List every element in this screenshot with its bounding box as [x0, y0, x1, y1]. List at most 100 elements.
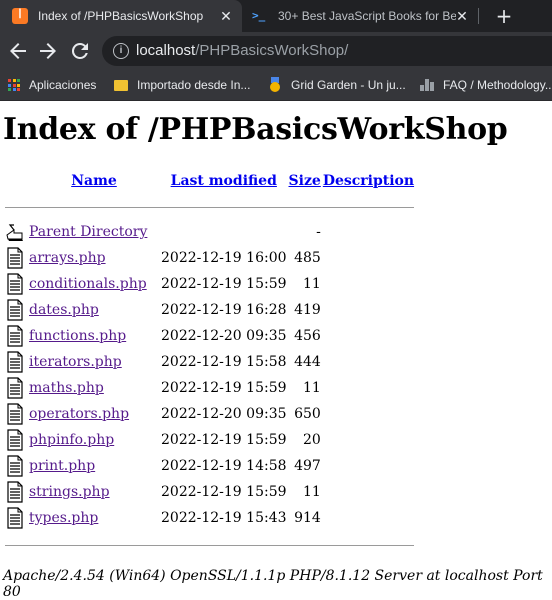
size-cell: 650: [294, 406, 321, 422]
site-info-icon[interactable]: i: [113, 43, 129, 59]
page-title: Index of /PHPBasicsWorkShop: [3, 112, 508, 147]
size-cell: 11: [302, 276, 321, 292]
text-file-icon: [5, 376, 27, 400]
file-link[interactable]: strings.php: [29, 484, 110, 500]
folder-icon: [114, 79, 128, 91]
file-link[interactable]: types.php: [29, 510, 98, 526]
modified-cell: 2022-12-20 09:35: [161, 406, 287, 422]
bookmark-label: Aplicaciones: [29, 78, 97, 92]
description-cell: [323, 506, 414, 530]
file-link[interactable]: print.php: [29, 458, 95, 474]
modified-cell: 2022-12-19 15:59: [161, 276, 287, 292]
text-file-icon: [5, 246, 27, 270]
reload-button[interactable]: [68, 39, 92, 63]
sort-by-name-link[interactable]: Name: [71, 173, 117, 189]
table-row: dates.php 2022-12-19 16:28 419: [5, 298, 414, 322]
browser-toolbar: i localhost/PHPBasicsWorkShop/: [0, 32, 552, 70]
javascript-icon: >_: [252, 9, 266, 22]
sort-by-size-link[interactable]: Size: [289, 173, 321, 189]
file-link[interactable]: maths.php: [29, 380, 104, 396]
bookmark-label: Importado desde In...: [137, 78, 251, 92]
name-cell: conditionals.php: [29, 272, 159, 296]
description-cell: [323, 480, 414, 504]
header-icon-cell: [5, 168, 27, 192]
file-link[interactable]: dates.php: [29, 302, 99, 318]
description-cell: [323, 324, 414, 348]
description-cell: [323, 454, 414, 478]
sort-by-modified-link[interactable]: Last modified: [171, 173, 277, 189]
parent-directory-row: Parent Directory -: [5, 220, 414, 244]
new-tab-button[interactable]: +: [492, 4, 516, 28]
modified-cell: 2022-12-19 15:58: [161, 354, 287, 370]
description-cell: [323, 220, 414, 244]
file-link[interactable]: arrays.php: [29, 250, 106, 266]
description-cell: [323, 246, 414, 270]
sort-by-description-link[interactable]: Description: [323, 173, 414, 189]
tab-separator: [478, 8, 479, 24]
bookmark-faq[interactable]: FAQ / Methodology...: [420, 70, 552, 100]
header-name: Name: [29, 168, 159, 192]
table-row: iterators.php 2022-12-19 15:58 444: [5, 350, 414, 374]
tab-index-phpbasicsworkshop[interactable]: ꟾ Index of /PHPBasicsWorkShop ✕: [0, 0, 242, 32]
modified-cell: 2022-12-20 09:35: [161, 328, 287, 344]
bookmarks-bar: Aplicaciones Importado desde In... Grid …: [0, 70, 552, 101]
tab-javascript-books[interactable]: >_ 30+ Best JavaScript Books for Beginne…: [242, 0, 478, 32]
directory-listing: Name Last modified Size Description Pare…: [3, 166, 416, 558]
name-cell: functions.php: [29, 324, 159, 348]
close-tab-icon[interactable]: ✕: [218, 8, 234, 24]
forward-button[interactable]: [36, 39, 60, 63]
table-row: print.php 2022-12-19 14:58 497: [5, 454, 414, 478]
size-cell: 11: [302, 380, 321, 396]
table-row: conditionals.php 2022-12-19 15:59 11: [5, 272, 414, 296]
divider: [5, 532, 415, 556]
modified-cell: 2022-12-19 15:59: [161, 484, 287, 500]
header-last-modified: Last modified: [161, 168, 287, 192]
tab-strip: ꟾ Index of /PHPBasicsWorkShop ✕ >_ 30+ B…: [0, 0, 552, 32]
description-cell: [323, 298, 414, 322]
close-tab-icon[interactable]: ✕: [454, 8, 470, 24]
size-cell: 456: [294, 328, 321, 344]
name-cell: iterators.php: [29, 350, 159, 374]
url-text[interactable]: localhost/PHPBasicsWorkShop/: [136, 36, 348, 66]
parent-directory-link[interactable]: Parent Directory: [29, 224, 147, 240]
text-file-icon: [5, 506, 27, 530]
text-file-icon: [5, 428, 27, 452]
file-link[interactable]: iterators.php: [29, 354, 122, 370]
modified-cell: 2022-12-19 16:28: [161, 302, 287, 318]
bookmark-importado[interactable]: Importado desde In...: [114, 70, 250, 100]
name-cell: maths.php: [29, 376, 159, 400]
reload-icon: [71, 42, 88, 59]
bookmark-apps[interactable]: Aplicaciones: [8, 70, 96, 100]
text-file-icon: [5, 272, 27, 296]
text-file-icon: [5, 454, 27, 478]
file-link[interactable]: conditionals.php: [29, 276, 147, 292]
name-cell: strings.php: [29, 480, 159, 504]
medal-icon: [268, 77, 282, 93]
file-link[interactable]: functions.php: [29, 328, 126, 344]
description-cell: [323, 428, 414, 452]
text-file-icon: [5, 402, 27, 426]
file-link[interactable]: phpinfo.php: [29, 432, 114, 448]
size-cell: 11: [302, 484, 321, 500]
table-row: operators.php 2022-12-20 09:35 650: [5, 402, 414, 426]
arrow-right-icon: [40, 43, 56, 59]
description-cell: [323, 272, 414, 296]
modified-cell: 2022-12-19 15:43: [161, 510, 287, 526]
modified-cell: 2022-12-19 15:59: [161, 380, 287, 396]
name-cell: operators.php: [29, 402, 159, 426]
modified-cell: 2022-12-19 14:58: [161, 458, 287, 474]
modified-cell: [161, 220, 287, 244]
divider: [5, 194, 415, 218]
file-link[interactable]: operators.php: [29, 406, 129, 422]
name-cell: arrays.php: [29, 246, 159, 270]
tab-title: 30+ Best JavaScript Books for Beginners: [278, 9, 456, 23]
address-bar[interactable]: i localhost/PHPBasicsWorkShop/: [102, 36, 552, 66]
bookmark-label: Grid Garden - Un ju...: [291, 78, 406, 92]
name-cell: print.php: [29, 454, 159, 478]
bookmark-grid-garden[interactable]: Grid Garden - Un ju...: [268, 70, 406, 100]
modified-cell: 2022-12-19 15:59: [161, 432, 287, 448]
server-signature: Apache/2.4.54 (Win64) OpenSSL/1.1.1p PHP…: [3, 568, 543, 600]
back-button[interactable]: [6, 39, 30, 63]
modified-cell: 2022-12-19 16:00: [161, 250, 287, 266]
arrow-left-icon: [10, 43, 26, 59]
